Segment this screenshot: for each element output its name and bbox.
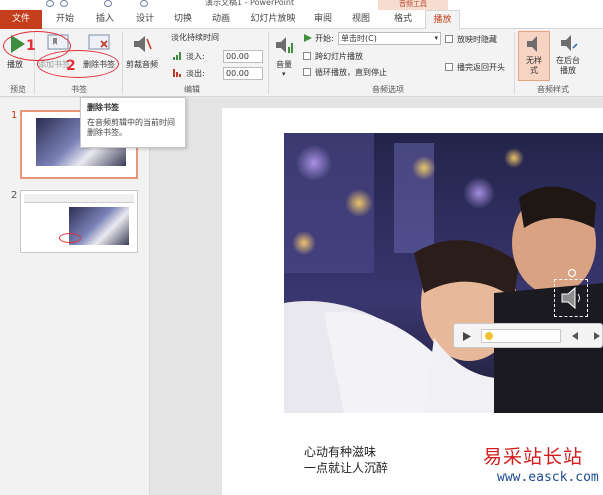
thumbnail-ribbon-strip [24, 194, 134, 203]
player-forward-icon[interactable] [593, 332, 601, 340]
photo-scene [284, 133, 603, 413]
tab-transitions[interactable]: 切换 [166, 10, 200, 29]
group-editing-label: 编辑 [184, 85, 200, 94]
group-audio-options-label: 音频选项 [372, 85, 404, 94]
tooltip-description: 在音频剪辑中的当前时间删除书签。 [87, 118, 175, 137]
hide-during-show-checkbox[interactable] [445, 35, 453, 43]
customize-icon[interactable] [140, 0, 148, 7]
tab-file[interactable]: 文件 [0, 10, 42, 29]
watermark-url: www.easck.com [497, 470, 599, 485]
no-style-label: 无样式 [526, 56, 542, 75]
slide-caption-line-1: 心动有种滋味 [304, 445, 377, 459]
fade-out-icon [173, 69, 181, 77]
speaker-icon [527, 36, 537, 52]
annotation-circle-2 [37, 50, 119, 78]
redo-icon[interactable] [104, 0, 112, 7]
audio-tools-context: 音频工具 [378, 0, 448, 10]
slide-thumbnail-2[interactable] [20, 190, 138, 253]
across-slides-label: 跨幻灯片播放 [315, 52, 363, 61]
annotation-number-2: 2 [66, 58, 76, 74]
volume-button[interactable]: 音量 [276, 59, 292, 70]
tab-home[interactable]: 开始 [48, 10, 82, 29]
group-bookmarks-label: 书签 [71, 85, 87, 94]
tab-playback[interactable]: 播放 [425, 10, 460, 30]
chevron-down-icon: ▾ [434, 34, 438, 42]
loop-checkbox[interactable] [303, 68, 311, 76]
player-progress-track[interactable] [481, 329, 561, 343]
start-icon [304, 34, 312, 42]
watermark-text: 易采站长站 [483, 446, 584, 468]
fade-out-input[interactable]: 00.00 [223, 67, 263, 80]
separator [122, 32, 123, 94]
background-play-button[interactable]: 在后台播放 [553, 56, 583, 76]
start-dropdown[interactable]: 单击时(C) ▾ [338, 32, 441, 45]
thumbnail-annotation [59, 233, 81, 243]
rewind-checkbox[interactable] [445, 63, 453, 71]
window-title: 演示文稿1 - PowerPoint [205, 0, 295, 7]
start-dropdown-value: 单击时(C) [341, 34, 377, 43]
ribbon-tabs: 文件 开始 插入 设计 切换 动画 幻灯片放映 审阅 视图 格式 播放 [0, 10, 603, 30]
annotation-number-1: 1 [26, 38, 36, 54]
rewind-label: 播完返回开头 [457, 63, 505, 72]
slide-photo[interactable] [284, 133, 603, 413]
fade-in-input[interactable]: 00.00 [223, 50, 263, 63]
thumbnail-number: 1 [11, 110, 18, 121]
tab-design[interactable]: 设计 [128, 10, 162, 29]
tooltip-title: 删除书签 [87, 103, 119, 112]
fade-duration-title: 淡化持续时间 [171, 33, 219, 42]
fade-out-label: 淡出: [186, 69, 205, 78]
watermark: 易采站长站 www.easck.com [475, 440, 603, 495]
loop-label: 循环播放，直到停止 [315, 68, 387, 77]
save-icon[interactable] [46, 0, 54, 7]
fade-in-icon [173, 52, 181, 60]
slide-caption-line-2: 一点就让人沉醉 [304, 461, 389, 475]
tab-review[interactable]: 审阅 [308, 10, 338, 29]
trim-audio-icon[interactable] [131, 33, 153, 55]
slide-thumbnail-pane: 1 2 [0, 98, 150, 495]
hide-during-show-label: 放映时隐藏 [457, 35, 497, 44]
title-bar: 演示文稿1 - PowerPoint 音频工具 [0, 0, 603, 10]
player-back-icon[interactable] [571, 332, 579, 340]
remove-bookmark-tooltip: 删除书签 在音频剪辑中的当前时间删除书签。 [80, 97, 186, 148]
audio-player-bar [453, 323, 603, 348]
background-play-icon[interactable] [559, 34, 579, 52]
tab-animations[interactable]: 动画 [204, 10, 238, 29]
no-style-button[interactable]: 无样式 [518, 31, 550, 81]
audio-object[interactable] [554, 268, 588, 317]
separator [514, 32, 515, 94]
chevron-down-icon[interactable]: ▾ [282, 70, 286, 78]
player-playhead[interactable] [485, 332, 493, 340]
fade-in-label: 淡入: [186, 52, 205, 61]
across-slides-checkbox[interactable] [303, 52, 311, 60]
separator [268, 32, 269, 94]
tab-view[interactable]: 视图 [346, 10, 376, 29]
speaker-icon [561, 286, 580, 310]
undo-icon[interactable] [60, 0, 68, 7]
tab-insert[interactable]: 插入 [88, 10, 122, 29]
trim-audio-button[interactable]: 剪裁音频 [126, 59, 158, 70]
volume-icon[interactable] [274, 35, 296, 55]
rotate-handle-icon[interactable] [567, 268, 577, 278]
play-button[interactable]: 播放 [7, 59, 23, 70]
tab-format[interactable]: 格式 [386, 10, 420, 29]
group-preview-label: 预览 [10, 85, 26, 94]
player-play-icon[interactable] [462, 331, 472, 342]
thumbnail-number: 2 [11, 190, 18, 201]
remove-bookmark-icon[interactable] [88, 33, 110, 51]
start-label: 开始: [315, 34, 334, 43]
tab-slideshow[interactable]: 幻灯片放映 [244, 10, 302, 29]
group-audio-styles-label: 音频样式 [537, 85, 569, 94]
